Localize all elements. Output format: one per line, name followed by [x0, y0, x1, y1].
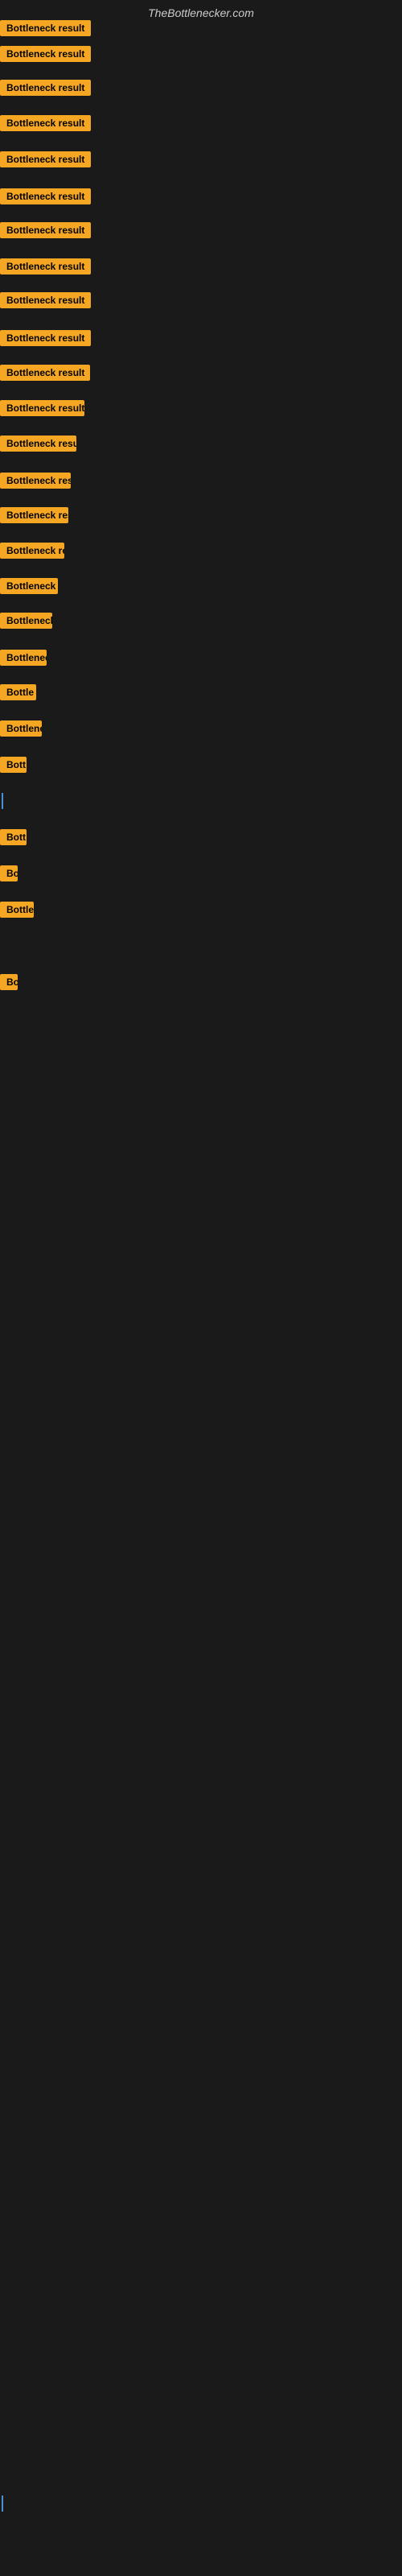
bottleneck-result-row-24: Bott — [0, 829, 27, 849]
bottleneck-result-row-16: Bottleneck re — [0, 543, 64, 563]
bottleneck-result-row-21: Bottlene — [0, 720, 42, 741]
bottleneck-badge-2: Bottleneck result — [0, 46, 91, 62]
bottleneck-badge-18: Bottleneck — [0, 613, 52, 629]
bottleneck-result-row-4: Bottleneck result — [0, 115, 91, 135]
bottleneck-badge-22: Bott — [0, 757, 27, 773]
bottleneck-result-row-28: Bo — [0, 974, 18, 994]
bottleneck-result-row-12: Bottleneck result — [0, 400, 84, 420]
bottleneck-badge-21: Bottlene — [0, 720, 42, 737]
bottleneck-result-row-26: Bottle — [0, 902, 34, 922]
bottleneck-badge-25: Bo — [0, 865, 18, 881]
bottleneck-result-row-14: Bottleneck res — [0, 473, 71, 493]
bottleneck-result-row-8: Bottleneck result — [0, 258, 91, 279]
bottleneck-result-row-2: Bottleneck result — [0, 46, 91, 66]
bottleneck-badge-13: Bottleneck resu — [0, 436, 76, 452]
bottleneck-result-row-15: Bottleneck res — [0, 507, 68, 527]
bottleneck-result-row-5: Bottleneck result — [0, 151, 91, 171]
bottleneck-result-row-13: Bottleneck resu — [0, 436, 76, 456]
bottleneck-result-row-9: Bottleneck result — [0, 292, 91, 312]
bottleneck-badge-16: Bottleneck re — [0, 543, 64, 559]
bottleneck-badge-28: Bo — [0, 974, 18, 990]
bottleneck-result-row-18: Bottleneck — [0, 613, 52, 633]
bottleneck-badge-24: Bott — [0, 829, 27, 845]
cursor-line-23 — [2, 793, 3, 809]
bottleneck-result-row-10: Bottleneck result — [0, 330, 91, 350]
bottleneck-badge-9: Bottleneck result — [0, 292, 91, 308]
bottleneck-badge-7: Bottleneck result — [0, 222, 91, 238]
bottleneck-result-row-6: Bottleneck result — [0, 188, 91, 208]
bottleneck-result-row-19: Bottlenec — [0, 650, 47, 670]
bottleneck-badge-20: Bottle — [0, 684, 36, 700]
bottleneck-result-row-25: Bo — [0, 865, 18, 886]
bottleneck-badge-5: Bottleneck result — [0, 151, 91, 167]
bottleneck-badge-19: Bottlenec — [0, 650, 47, 666]
bottleneck-result-row-3: Bottleneck result — [0, 80, 91, 100]
bottleneck-result-row-7: Bottleneck result — [0, 222, 91, 242]
cursor-line-70 — [2, 2496, 3, 2512]
bottleneck-badge-15: Bottleneck res — [0, 507, 68, 523]
bottleneck-result-row-22: Bott — [0, 757, 27, 777]
bottleneck-badge-6: Bottleneck result — [0, 188, 91, 204]
bottleneck-badge-10: Bottleneck result — [0, 330, 91, 346]
bottleneck-badge-11: Bottleneck result — [0, 365, 90, 381]
bottleneck-result-row-11: Bottleneck result — [0, 365, 90, 385]
bottleneck-badge-26: Bottle — [0, 902, 34, 918]
bottleneck-badge-4: Bottleneck result — [0, 115, 91, 131]
bottleneck-badge-12: Bottleneck result — [0, 400, 84, 416]
bottleneck-badge-1: Bottleneck result — [0, 20, 91, 36]
bottleneck-badge-14: Bottleneck res — [0, 473, 71, 489]
bottleneck-result-row-17: Bottleneck r — [0, 578, 58, 598]
bottleneck-badge-8: Bottleneck result — [0, 258, 91, 275]
bottleneck-badge-3: Bottleneck result — [0, 80, 91, 96]
bottleneck-badge-17: Bottleneck r — [0, 578, 58, 594]
bottleneck-result-row-1: Bottleneck result — [0, 20, 91, 40]
bottleneck-result-row-20: Bottle — [0, 684, 36, 704]
